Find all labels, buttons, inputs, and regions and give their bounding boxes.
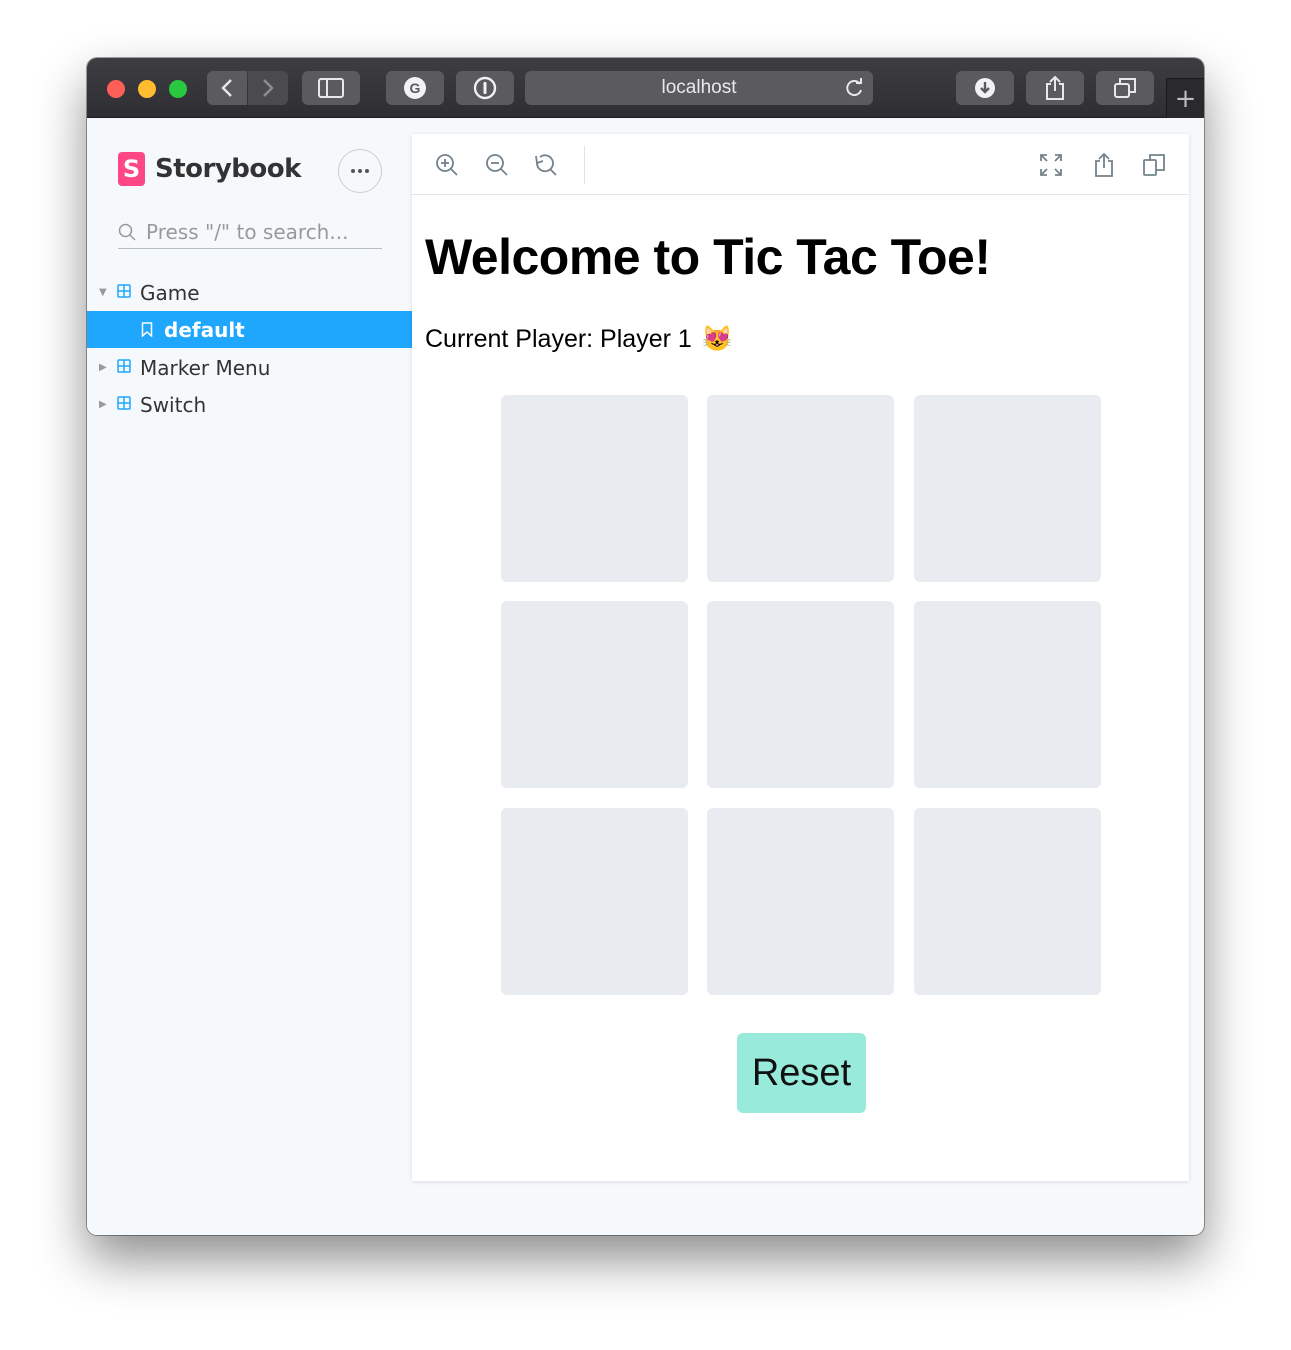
- address-url: localhost: [661, 77, 737, 98]
- address-bar[interactable]: localhost: [525, 71, 873, 105]
- sidebar-item-label: Marker Menu: [140, 355, 271, 380]
- grammarly-extension-button[interactable]: G: [386, 71, 444, 105]
- copy-icon: [1143, 154, 1165, 176]
- download-icon: [975, 78, 995, 98]
- player-marker-emoji: 😻: [701, 325, 733, 353]
- component-icon: [117, 284, 131, 298]
- component-icon: [117, 396, 131, 410]
- current-player-status: Current Player: Player 1 😻: [425, 325, 733, 354]
- svg-text:G: G: [410, 80, 421, 96]
- board-cell-1[interactable]: [501, 395, 688, 582]
- sidebar-item-label: Game: [140, 280, 200, 305]
- board-cell-8[interactable]: [707, 808, 894, 995]
- story-search: [118, 215, 382, 249]
- component-icon: [117, 359, 131, 373]
- brand-name: Storybook: [155, 154, 301, 184]
- board-cell-5[interactable]: [707, 601, 894, 788]
- current-player-text: Current Player: Player 1: [425, 325, 692, 353]
- board-cell-6[interactable]: [914, 601, 1101, 788]
- board-cell-2[interactable]: [707, 395, 894, 582]
- sidebar-item-game[interactable]: ▼ Game: [87, 274, 412, 311]
- reload-icon[interactable]: [843, 77, 865, 99]
- board-cell-3[interactable]: [914, 395, 1101, 582]
- show-tabs-button[interactable]: [1096, 71, 1154, 105]
- game-title: Welcome to Tic Tac Toe!: [425, 229, 991, 285]
- caret-right-icon[interactable]: ▶: [99, 362, 107, 373]
- zoom-reset-button[interactable]: [533, 152, 559, 178]
- password-manager-icon: [473, 76, 497, 100]
- back-button[interactable]: [207, 71, 247, 105]
- toolbar-divider: [584, 146, 585, 184]
- zoom-window-button[interactable]: [169, 80, 187, 98]
- password-manager-extension-button[interactable]: [456, 71, 514, 105]
- sidebar-item-default[interactable]: default: [87, 311, 412, 348]
- grammarly-icon: G: [404, 77, 426, 99]
- bookmark-icon: [141, 322, 153, 337]
- chevron-right-icon: [263, 79, 274, 97]
- zoom-in-button[interactable]: [434, 152, 460, 178]
- sidebar-item-marker-menu[interactable]: ▶ Marker Menu: [87, 349, 412, 386]
- fullscreen-icon: [1040, 154, 1062, 176]
- caret-right-icon[interactable]: ▶: [99, 399, 107, 410]
- share-icon: [1095, 152, 1113, 177]
- story-preview-panel: Welcome to Tic Tac Toe! Current Player: …: [412, 134, 1189, 1181]
- open-in-new-tab-button[interactable]: [1091, 152, 1117, 178]
- preview-toolbar: [412, 134, 1189, 195]
- chevron-left-icon: [221, 79, 232, 97]
- sidebar-item-label: default: [164, 317, 245, 342]
- reset-button[interactable]: Reset: [737, 1033, 866, 1113]
- share-icon: [1046, 75, 1064, 100]
- forward-button[interactable]: [248, 71, 288, 105]
- caret-down-icon[interactable]: ▼: [99, 287, 107, 298]
- browser-titlebar: G localhost +: [87, 58, 1204, 118]
- copy-link-button[interactable]: [1141, 152, 1167, 178]
- new-tab-button[interactable]: +: [1166, 78, 1204, 118]
- tabs-icon: [1114, 78, 1136, 98]
- zoom-in-icon: [436, 154, 458, 176]
- storybook-logo-icon: S: [118, 152, 145, 186]
- sidebar-item-switch[interactable]: ▶ Switch: [87, 386, 412, 423]
- zoom-out-icon: [486, 154, 508, 176]
- board-cell-9[interactable]: [914, 808, 1101, 995]
- search-icon: [118, 223, 136, 241]
- search-input[interactable]: [146, 219, 376, 244]
- sidebar-item-label: Switch: [140, 392, 207, 417]
- browser-window: G localhost + S Storybook Press "/" to s…: [87, 58, 1204, 1235]
- ellipsis-icon: [351, 169, 355, 173]
- board-cell-7[interactable]: [501, 808, 688, 995]
- close-window-button[interactable]: [107, 80, 125, 98]
- plus-icon: +: [1174, 83, 1197, 114]
- game-board: [501, 395, 1101, 995]
- board-cell-4[interactable]: [501, 601, 688, 788]
- minimize-window-button[interactable]: [138, 80, 156, 98]
- zoom-out-button[interactable]: [484, 152, 510, 178]
- downloads-button[interactable]: [956, 71, 1014, 105]
- sidebar-toggle-button[interactable]: [302, 71, 360, 105]
- share-button[interactable]: [1026, 71, 1084, 105]
- storybook-brand[interactable]: S Storybook: [118, 152, 301, 186]
- sidebar-icon: [318, 78, 344, 98]
- fullscreen-button[interactable]: [1038, 152, 1064, 178]
- zoom-reset-icon: [535, 154, 557, 176]
- sidebar-menu-button[interactable]: [338, 149, 382, 193]
